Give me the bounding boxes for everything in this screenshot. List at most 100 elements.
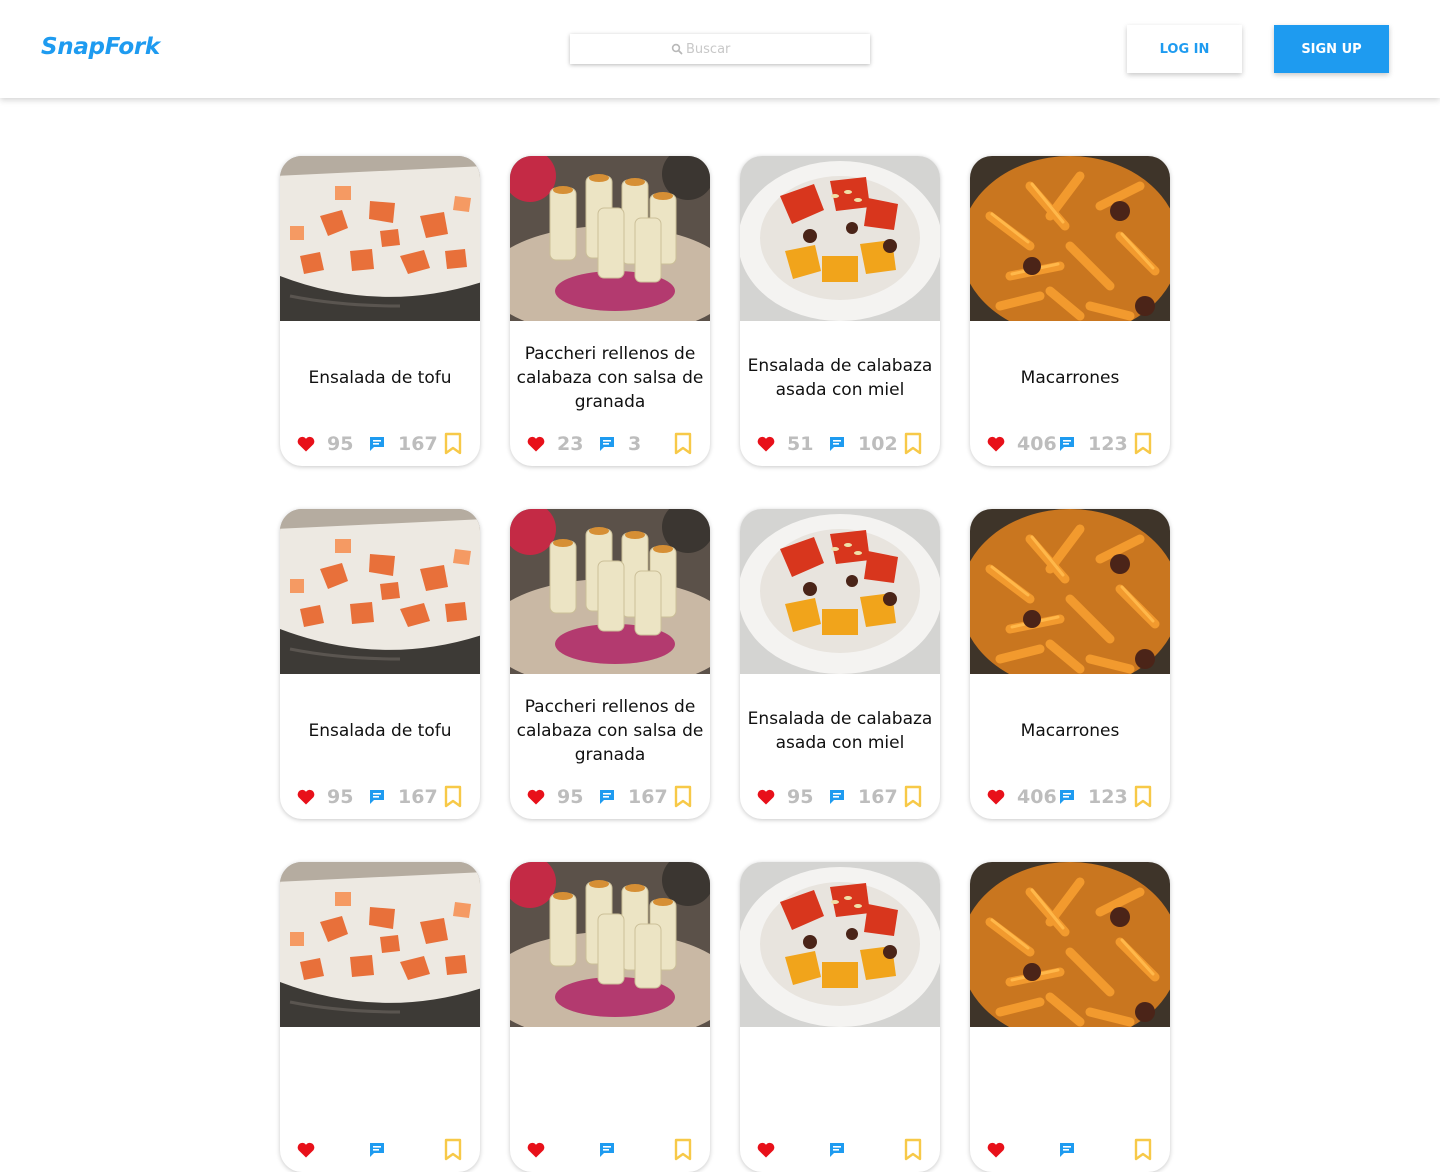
comment-button[interactable] xyxy=(598,1141,628,1159)
like-button[interactable]: 95 xyxy=(297,786,368,808)
like-count: 406 xyxy=(1017,433,1057,455)
recipe-stats: 95 167 xyxy=(527,785,693,809)
recipe-card[interactable]: Ensalada de tofu 95 167 xyxy=(280,509,480,819)
recipe-title[interactable] xyxy=(974,1046,1166,1122)
heart-icon xyxy=(297,789,321,805)
comment-button[interactable]: 167 xyxy=(828,786,898,808)
like-count: 95 xyxy=(327,786,354,808)
recipe-title[interactable]: Ensalada de tofu xyxy=(284,693,476,769)
recipe-title[interactable]: Ensalada de calabaza asada con miel xyxy=(744,340,936,416)
comment-button[interactable] xyxy=(368,1141,398,1159)
recipe-title[interactable]: Ensalada de tofu xyxy=(284,340,476,416)
recipe-card[interactable] xyxy=(510,862,710,1172)
recipe-title[interactable]: Ensalada de calabaza asada con miel xyxy=(744,693,936,769)
recipe-image[interactable] xyxy=(740,862,940,1027)
bookmark-icon[interactable] xyxy=(1133,1138,1153,1162)
recipe-title[interactable] xyxy=(744,1046,936,1122)
search-icon xyxy=(670,42,684,56)
like-button[interactable]: 406 xyxy=(987,433,1058,455)
recipe-image[interactable] xyxy=(740,509,940,674)
recipe-image[interactable] xyxy=(970,156,1170,321)
like-button[interactable]: 95 xyxy=(527,786,598,808)
comment-button[interactable]: 123 xyxy=(1058,433,1128,455)
comment-button[interactable] xyxy=(1058,1141,1088,1159)
bookmark-icon[interactable] xyxy=(903,432,923,456)
recipe-title[interactable]: Paccheri rellenos de calabaza con salsa … xyxy=(514,693,706,769)
comment-button[interactable]: 102 xyxy=(828,433,898,455)
bookmark-icon[interactable] xyxy=(903,785,923,809)
heart-icon xyxy=(987,789,1011,805)
bookmark-icon[interactable] xyxy=(1133,432,1153,456)
bookmark-icon[interactable] xyxy=(443,432,463,456)
recipe-image[interactable] xyxy=(970,862,1170,1027)
like-button[interactable]: 406 xyxy=(987,786,1058,808)
like-button[interactable] xyxy=(757,1142,828,1158)
comment-button[interactable]: 167 xyxy=(368,433,438,455)
logo[interactable]: SnapFork xyxy=(41,34,160,60)
like-button[interactable]: 23 xyxy=(527,433,598,455)
bookmark-icon[interactable] xyxy=(443,785,463,809)
bookmark-icon[interactable] xyxy=(673,1138,693,1162)
like-button[interactable] xyxy=(297,1142,368,1158)
heart-icon xyxy=(757,789,781,805)
recipe-card[interactable]: Ensalada de calabaza asada con miel 95 167 xyxy=(740,509,940,819)
recipe-image[interactable] xyxy=(510,156,710,321)
recipe-image[interactable] xyxy=(280,156,480,321)
like-count: 51 xyxy=(787,433,814,455)
like-button[interactable]: 95 xyxy=(757,786,828,808)
recipe-title[interactable]: Paccheri rellenos de calabaza con salsa … xyxy=(514,340,706,416)
comment-button[interactable]: 123 xyxy=(1058,786,1128,808)
comment-count: 167 xyxy=(398,786,438,808)
heart-icon xyxy=(987,1142,1011,1158)
recipe-title[interactable]: Macarrones xyxy=(974,693,1166,769)
recipe-card[interactable] xyxy=(740,862,940,1172)
comment-button[interactable]: 167 xyxy=(598,786,668,808)
like-button[interactable]: 51 xyxy=(757,433,828,455)
comment-button[interactable]: 167 xyxy=(368,786,438,808)
comment-count: 167 xyxy=(858,786,898,808)
like-button[interactable] xyxy=(527,1142,598,1158)
comment-icon xyxy=(828,435,852,453)
recipe-card[interactable]: Paccheri rellenos de calabaza con salsa … xyxy=(510,509,710,819)
recipe-image[interactable] xyxy=(510,509,710,674)
heart-icon xyxy=(527,789,551,805)
recipe-card[interactable]: Macarrones 406 123 xyxy=(970,156,1170,466)
search-input[interactable] xyxy=(686,41,770,57)
comment-icon xyxy=(828,788,852,806)
recipe-title[interactable]: Macarrones xyxy=(974,340,1166,416)
signup-button[interactable]: SIGN UP xyxy=(1274,25,1389,73)
recipe-title[interactable] xyxy=(284,1046,476,1122)
recipe-image[interactable] xyxy=(510,862,710,1027)
comment-button[interactable] xyxy=(828,1141,858,1159)
like-count: 95 xyxy=(557,786,584,808)
bookmark-icon[interactable] xyxy=(673,432,693,456)
bookmark-icon[interactable] xyxy=(443,1138,463,1162)
comment-icon xyxy=(828,1141,852,1159)
like-button[interactable] xyxy=(987,1142,1058,1158)
recipe-card[interactable] xyxy=(970,862,1170,1172)
bookmark-icon[interactable] xyxy=(903,1138,923,1162)
bookmark-icon[interactable] xyxy=(673,785,693,809)
comment-count: 123 xyxy=(1088,433,1128,455)
recipe-image[interactable] xyxy=(970,509,1170,674)
recipe-image[interactable] xyxy=(280,862,480,1027)
recipe-card[interactable]: Ensalada de tofu 95 167 xyxy=(280,156,480,466)
recipe-card[interactable] xyxy=(280,862,480,1172)
recipe-card[interactable]: Macarrones 406 123 xyxy=(970,509,1170,819)
bookmark-icon[interactable] xyxy=(1133,785,1153,809)
recipe-stats: 95 167 xyxy=(757,785,923,809)
recipe-image[interactable] xyxy=(280,509,480,674)
like-count: 406 xyxy=(1017,786,1057,808)
comment-button[interactable]: 3 xyxy=(598,433,641,455)
recipe-card[interactable]: Ensalada de calabaza asada con miel 51 102 xyxy=(740,156,940,466)
recipe-stats xyxy=(987,1138,1153,1162)
recipe-card[interactable]: Paccheri rellenos de calabaza con salsa … xyxy=(510,156,710,466)
comment-icon xyxy=(598,435,622,453)
login-button[interactable]: LOG IN xyxy=(1127,25,1242,73)
recipe-stats xyxy=(757,1138,923,1162)
heart-icon xyxy=(527,1142,551,1158)
recipe-title[interactable] xyxy=(514,1046,706,1122)
recipe-image[interactable] xyxy=(740,156,940,321)
like-button[interactable]: 95 xyxy=(297,433,368,455)
search-box[interactable] xyxy=(570,34,870,64)
